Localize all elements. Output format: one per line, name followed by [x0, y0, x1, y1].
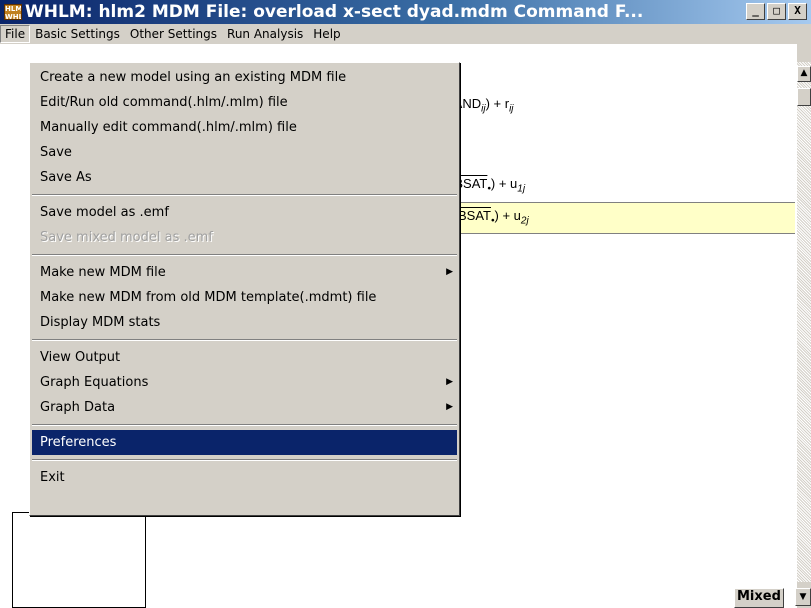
- file-menu-dropdown: Create a new model using an existing MDM…: [29, 62, 460, 516]
- equation-level2-slope2[interactable]: BSAT•) + u2j: [458, 208, 529, 227]
- menu-basic-settings[interactable]: Basic Settings: [30, 25, 125, 43]
- menu-other-settings[interactable]: Other Settings: [125, 25, 222, 43]
- menu-separator: [32, 339, 457, 341]
- equation-subscript: 1j: [517, 183, 526, 195]
- menu-item-save-as[interactable]: Save As: [30, 165, 459, 190]
- menu-item-view-output[interactable]: View Output: [30, 345, 459, 370]
- menu-item-graph-data[interactable]: Graph Data ▶: [30, 395, 459, 420]
- menu-item-mdm-from-template[interactable]: Make new MDM from old MDM template(.mdmt…: [30, 285, 459, 310]
- menu-file[interactable]: File: [0, 25, 31, 43]
- equation-term: ) + u: [494, 208, 521, 223]
- close-button[interactable]: X: [788, 3, 807, 20]
- mixed-mode-label[interactable]: Mixed: [734, 588, 784, 608]
- menu-item-exit[interactable]: Exit: [30, 465, 459, 490]
- maximize-button[interactable]: □: [767, 3, 786, 20]
- minimize-button[interactable]: _: [746, 3, 765, 20]
- menu-item-label: Make new MDM file: [40, 265, 166, 280]
- menu-item-make-new-mdm[interactable]: Make new MDM file ▶: [30, 260, 459, 285]
- menu-item-create-model[interactable]: Create a new model using an existing MDM…: [30, 65, 459, 90]
- menu-item-save-mixed-emf: Save mixed model as .emf: [40, 230, 213, 245]
- menu-run-analysis[interactable]: Run Analysis: [222, 25, 308, 43]
- app-icon: HLM WHLM: [4, 4, 22, 20]
- menu-item-display-mdm-stats[interactable]: Display MDM stats: [30, 310, 459, 335]
- submenu-arrow-icon: ▶: [446, 267, 453, 277]
- menu-item-graph-equations[interactable]: Graph Equations ▶: [30, 370, 459, 395]
- equation-subscript: 2j: [520, 215, 529, 227]
- equation-subscript: ij: [509, 103, 514, 115]
- menu-item-label: Graph Data: [40, 400, 116, 415]
- menu-separator: [32, 424, 457, 426]
- menu-item-edit-run-command[interactable]: Edit/Run old command(.hlm/.mlm) file: [30, 90, 459, 115]
- title-bar: HLM WHLM WHLM: hlm2 MDM File: overload x…: [0, 0, 811, 24]
- menu-item-label: Graph Equations: [40, 375, 149, 390]
- menu-item-save-model-emf[interactable]: Save model as .emf: [30, 200, 459, 225]
- menu-bar: File Basic Settings Other Settings Run A…: [0, 24, 811, 44]
- submenu-arrow-icon: ▶: [446, 377, 453, 387]
- vertical-scrollbar[interactable]: [797, 62, 811, 582]
- variable-list-box[interactable]: [12, 512, 146, 608]
- menu-item-save[interactable]: Save: [30, 140, 459, 165]
- menu-separator: [32, 194, 457, 196]
- window-controls: _ □ X: [746, 3, 807, 20]
- menu-item-manually-edit[interactable]: Manually edit command(.hlm/.mlm) file: [30, 115, 459, 140]
- menu-separator: [32, 459, 457, 461]
- equation-term: ) + r: [485, 96, 510, 111]
- chevron-down-icon[interactable]: ▼: [795, 588, 811, 606]
- submenu-arrow-icon: ▶: [446, 402, 453, 412]
- menu-help[interactable]: Help: [308, 25, 345, 43]
- scroll-thumb[interactable]: [797, 88, 811, 106]
- equation-term: BSAT: [458, 208, 491, 223]
- window-title: WHLM: hlm2 MDM File: overload x-sect dya…: [25, 2, 644, 22]
- equation-term: ) + u: [490, 176, 518, 191]
- menu-item-preferences[interactable]: Preferences: [32, 430, 457, 455]
- menu-separator: [32, 254, 457, 256]
- scroll-up-icon[interactable]: ▲: [797, 66, 811, 82]
